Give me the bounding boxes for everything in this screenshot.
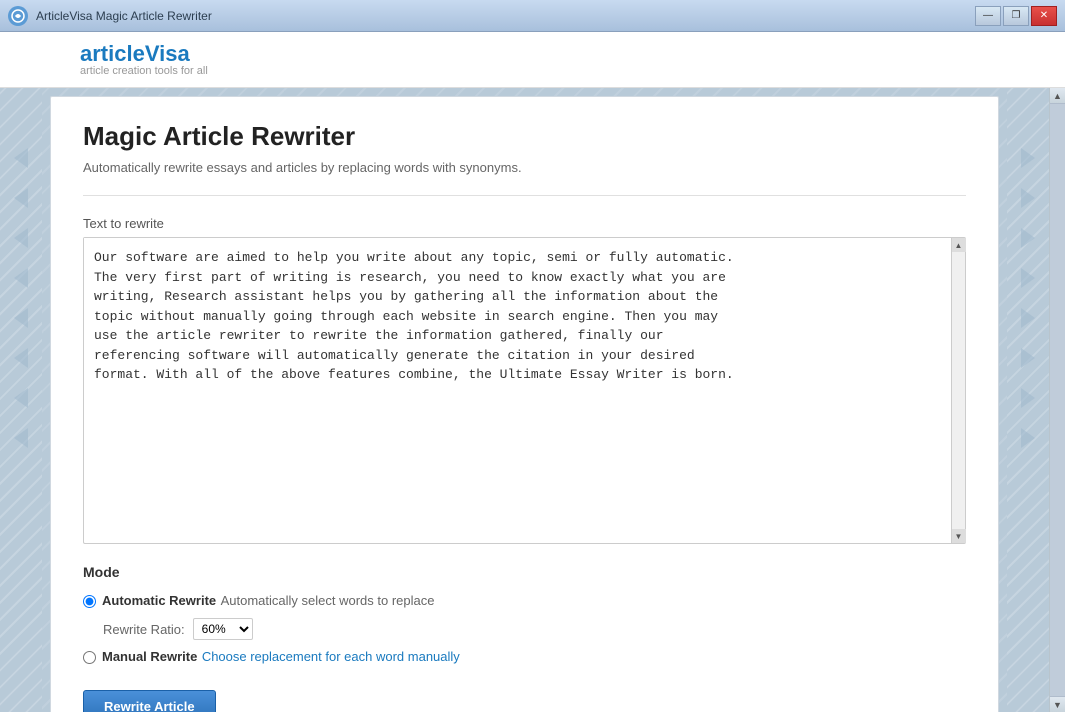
deco-arrow-3 — [14, 228, 28, 248]
scroll-top-button[interactable]: ▲ — [1050, 88, 1065, 104]
deco-right-arrow-2 — [1021, 188, 1035, 208]
auto-rewrite-bold-label: Automatic Rewrite — [102, 593, 216, 608]
manual-rewrite-radio[interactable] — [83, 651, 96, 664]
main-card: Magic Article Rewriter Automatically rew… — [50, 96, 999, 712]
text-label: Text to rewrite — [83, 216, 966, 231]
title-bar-left: ArticleVisa Magic Article Rewriter — [8, 6, 212, 26]
page-subtitle: Automatically rewrite essays and article… — [83, 160, 966, 175]
title-bar: ArticleVisa Magic Article Rewriter — ❐ ✕ — [0, 0, 1065, 32]
logo-text: articleVisa — [80, 43, 208, 65]
textarea-scrollbar: ▲ ▼ — [951, 238, 965, 543]
scroll-bottom-button[interactable]: ▼ — [1050, 696, 1065, 712]
mode-label: Mode — [83, 564, 966, 580]
deco-right-arrow-1 — [1021, 148, 1035, 168]
deco-right-arrow-3 — [1021, 228, 1035, 248]
content-area: Magic Article Rewriter Automatically rew… — [42, 88, 1007, 712]
deco-arrow-2 — [14, 188, 28, 208]
deco-arrow-5 — [14, 308, 28, 328]
deco-right-arrow-8 — [1021, 428, 1035, 448]
text-rewrite-input[interactable] — [84, 238, 951, 538]
rewrite-ratio-row: Rewrite Ratio: 60% 10% 20% 30% 40% 50% 7… — [103, 618, 966, 640]
deco-arrow-8 — [14, 428, 28, 448]
left-panel — [0, 88, 42, 712]
logo-subtitle: article creation tools for all — [80, 65, 208, 77]
deco-arrow-6 — [14, 348, 28, 368]
deco-arrow-1 — [14, 148, 28, 168]
restore-button[interactable]: ❐ — [1003, 6, 1029, 26]
page-title: Magic Article Rewriter — [83, 121, 966, 152]
deco-right-arrow-6 — [1021, 348, 1035, 368]
mode-section: Mode Automatic Rewrite Automatically sel… — [83, 564, 966, 712]
deco-right-arrow-5 — [1021, 308, 1035, 328]
scroll-up-arrow[interactable]: ▲ — [952, 238, 966, 252]
text-area-wrapper: ▲ ▼ — [83, 237, 966, 544]
divider — [83, 195, 966, 196]
app-icon — [8, 6, 28, 26]
window-title: ArticleVisa Magic Article Rewriter — [36, 9, 212, 23]
minimize-button[interactable]: — — [975, 6, 1001, 26]
close-button[interactable]: ✕ — [1031, 6, 1057, 26]
deco-arrow-7 — [14, 388, 28, 408]
manual-rewrite-label[interactable]: Manual Rewrite Choose replacement for ea… — [102, 648, 460, 666]
scroll-down-arrow[interactable]: ▼ — [952, 529, 966, 543]
auto-rewrite-label[interactable]: Automatic Rewrite Automatically select w… — [102, 592, 434, 610]
manual-rewrite-desc: Choose replacement for each word manuall… — [202, 649, 460, 664]
scroll-track — [1050, 104, 1065, 696]
rewrite-ratio-select[interactable]: 60% 10% 20% 30% 40% 50% 70% 80% 90% — [193, 618, 253, 640]
manual-rewrite-bold-label: Manual Rewrite — [102, 649, 197, 664]
auto-rewrite-radio[interactable] — [83, 595, 96, 608]
auto-rewrite-desc: Automatically select words to replace — [221, 593, 435, 608]
main-container: Magic Article Rewriter Automatically rew… — [0, 88, 1065, 712]
ratio-label: Rewrite Ratio: — [103, 622, 185, 637]
rewrite-article-button[interactable]: Rewrite Article — [83, 690, 216, 712]
auto-rewrite-option: Automatic Rewrite Automatically select w… — [83, 592, 966, 610]
logo-wrapper: articleVisa article creation tools for a… — [80, 43, 208, 77]
manual-rewrite-option: Manual Rewrite Choose replacement for ea… — [83, 648, 966, 666]
deco-right-arrow-4 — [1021, 268, 1035, 288]
right-panel — [1007, 88, 1049, 712]
right-scrollbar: ▲ ▼ — [1049, 88, 1065, 712]
deco-arrow-4 — [14, 268, 28, 288]
logo-area: articleVisa article creation tools for a… — [0, 32, 1065, 88]
window-controls: — ❐ ✕ — [975, 6, 1057, 26]
deco-right-arrow-7 — [1021, 388, 1035, 408]
